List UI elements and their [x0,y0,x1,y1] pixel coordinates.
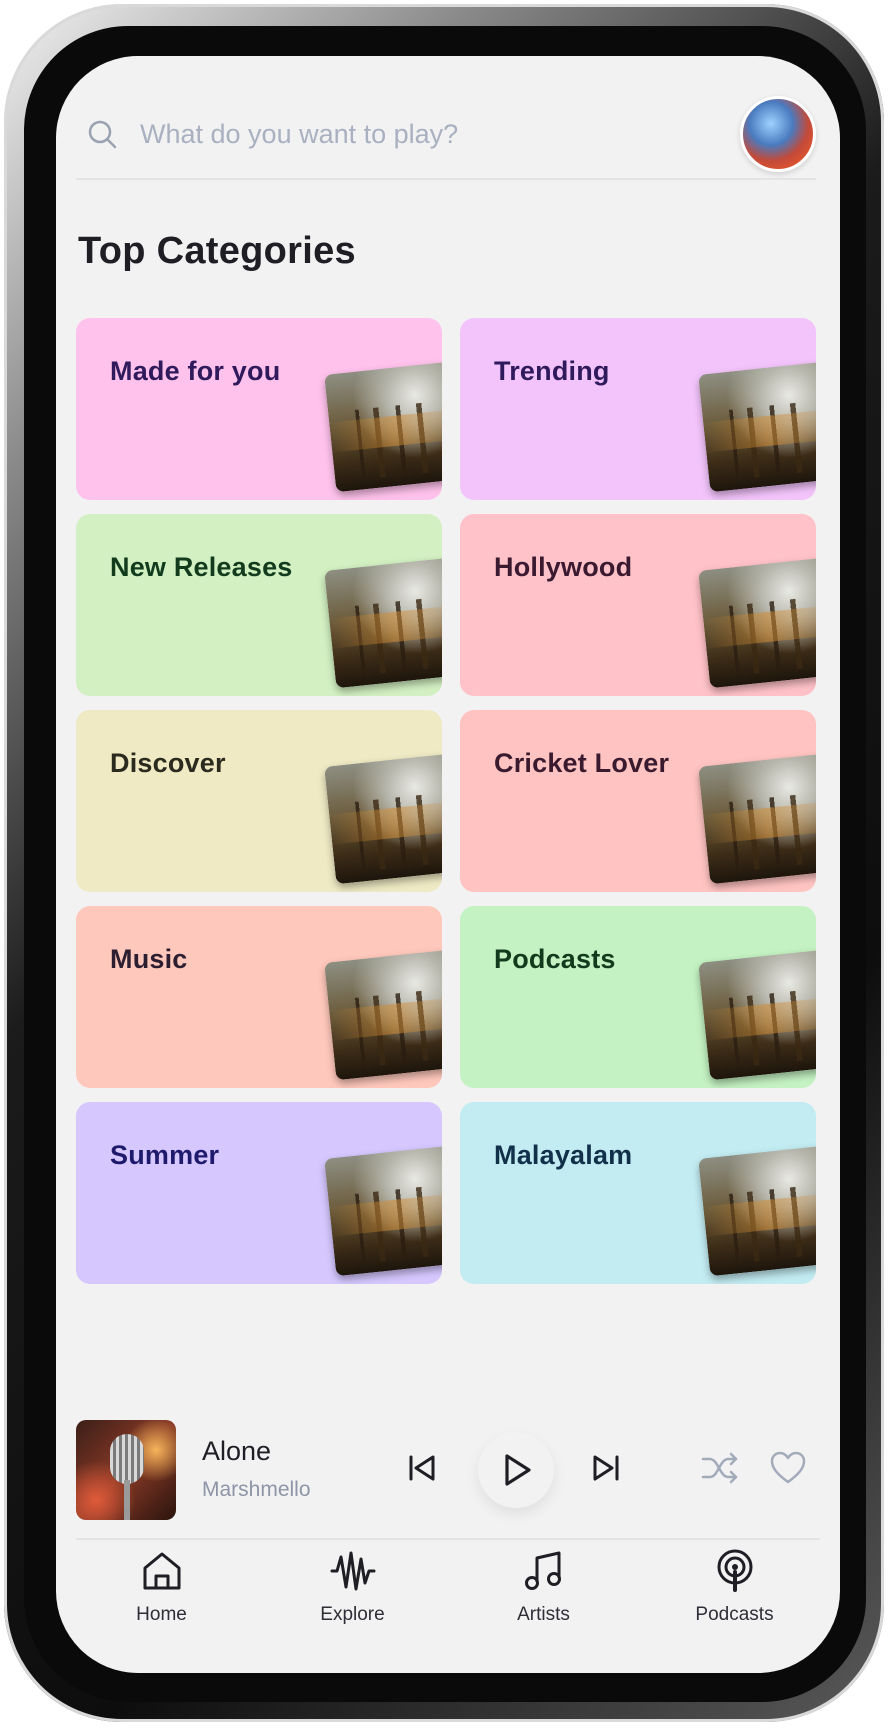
nav-label: Artists [517,1604,570,1625]
track-artist[interactable]: Marshmello [202,1478,311,1502]
category-artwork [324,949,442,1081]
nav-item-podcasts[interactable]: Podcasts [660,1546,810,1626]
category-grid: Made for you Trending New Releases Holly… [76,318,820,1284]
category-card-summer[interactable]: Summer [76,1102,442,1284]
search-input[interactable]: What do you want to play? [140,119,740,150]
music-note-icon [519,1546,569,1596]
next-icon [593,1455,619,1481]
podcast-icon [710,1546,760,1596]
nav-label: Home [136,1604,187,1625]
search-bar[interactable]: What do you want to play? [80,94,816,174]
category-card-cricket-lover[interactable]: Cricket Lover [460,710,816,892]
category-artwork [698,557,816,689]
search-icon[interactable] [86,117,120,151]
track-title[interactable]: Alone [202,1436,271,1467]
heart-icon [770,1451,806,1484]
category-card-podcasts[interactable]: Podcasts [460,906,816,1088]
category-artwork [324,753,442,885]
play-icon [505,1454,531,1486]
category-artwork [324,1145,442,1277]
category-card-trending[interactable]: Trending [460,318,816,500]
category-artwork [324,557,442,689]
category-label: Trending [494,356,610,386]
category-artwork [324,361,442,493]
category-artwork [698,949,816,1081]
category-label: Summer [110,1140,220,1170]
category-label: Discover [110,748,226,778]
track-artwork[interactable] [76,1420,176,1520]
category-card-discover[interactable]: Discover [76,710,442,892]
app-screen: What do you want to play? Top Categories… [56,56,840,1673]
next-button[interactable] [586,1448,626,1488]
category-card-malayalam[interactable]: Malayalam [460,1102,816,1284]
like-button[interactable] [766,1446,810,1490]
category-artwork [698,1145,816,1277]
category-label: New Releases [110,552,293,582]
category-card-new-releases[interactable]: New Releases [76,514,442,696]
shuffle-icon [701,1452,738,1484]
microphone-graphic [110,1434,144,1484]
previous-button[interactable] [402,1448,442,1488]
play-button[interactable] [478,1432,554,1508]
now-playing-bar: Alone Marshmello [76,1418,820,1522]
previous-icon [409,1455,435,1481]
category-artwork [698,361,816,493]
waveform-icon [328,1546,378,1596]
category-label: Hollywood [494,552,633,582]
category-card-music[interactable]: Music [76,906,442,1088]
nav-item-explore[interactable]: Explore [278,1546,428,1626]
avatar[interactable] [740,96,816,172]
nav-item-artists[interactable]: Artists [469,1546,619,1626]
page-title: Top Categories [78,230,356,272]
category-label: Cricket Lover [494,748,670,778]
home-icon [137,1546,187,1596]
category-card-made-for-you[interactable]: Made for you [76,318,442,500]
shuffle-button[interactable] [698,1448,742,1488]
nav-item-home[interactable]: Home [87,1546,237,1626]
bottom-navigation: Home Explore Artists Podcasts [66,1546,830,1656]
nav-label: Podcasts [695,1604,774,1625]
category-label: Made for you [110,356,281,386]
microphone-stand-graphic [124,1480,130,1520]
header-divider [76,178,816,180]
category-label: Podcasts [494,944,616,974]
nav-label: Explore [320,1604,385,1625]
category-artwork [698,753,816,885]
category-card-hollywood[interactable]: Hollywood [460,514,816,696]
category-label: Music [110,944,188,974]
player-divider [76,1538,820,1540]
category-label: Malayalam [494,1140,633,1170]
